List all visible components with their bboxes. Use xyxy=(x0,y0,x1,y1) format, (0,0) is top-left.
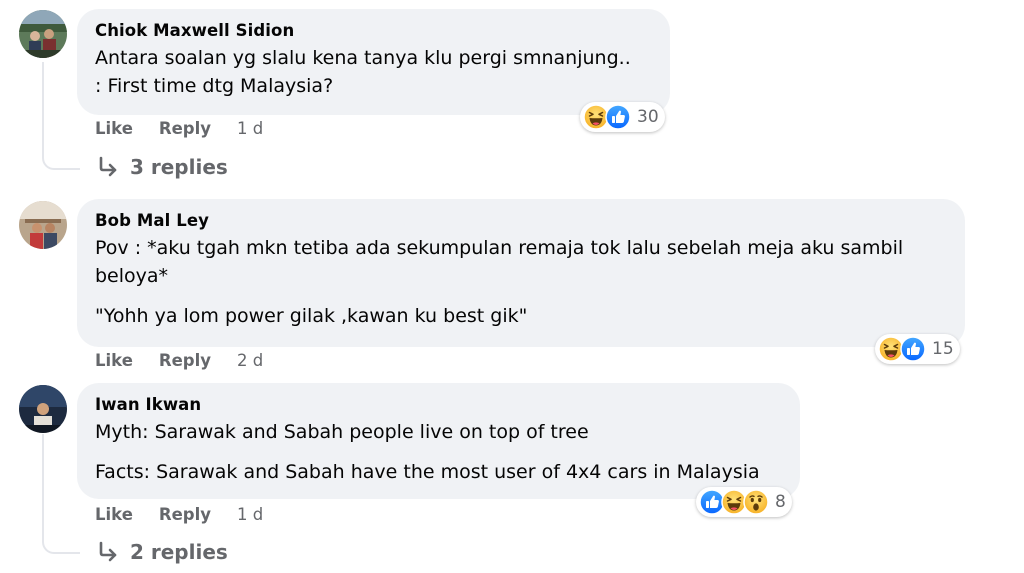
timestamp[interactable]: 2 d xyxy=(237,351,263,370)
comment-actions: Like Reply 1 d xyxy=(95,119,263,138)
wow-icon xyxy=(743,489,769,515)
avatar[interactable] xyxy=(19,385,67,433)
thread-line xyxy=(42,62,80,170)
like-button[interactable]: Like xyxy=(95,119,133,138)
view-replies-button[interactable]: 3 replies xyxy=(96,155,228,179)
reaction-count: 30 xyxy=(637,107,659,127)
comment-bubble: Iwan Ikwan Myth: Sarawak and Sabah peopl… xyxy=(77,383,800,499)
view-replies-button[interactable]: 2 replies xyxy=(96,540,228,564)
timestamp[interactable]: 1 d xyxy=(237,505,263,524)
like-button[interactable]: Like xyxy=(95,505,133,524)
comment-text: Myth: Sarawak and Sabah people live on t… xyxy=(95,421,589,443)
comment-bubble: Chiok Maxwell Sidion Antara soalan yg sl… xyxy=(77,9,670,115)
reaction-count: 8 xyxy=(775,492,786,512)
replies-label: 2 replies xyxy=(130,540,228,564)
reply-button[interactable]: Reply xyxy=(159,351,211,370)
like-button[interactable]: Like xyxy=(95,351,133,370)
comment-actions: Like Reply 1 d xyxy=(95,505,263,524)
reply-button[interactable]: Reply xyxy=(159,119,211,138)
like-icon xyxy=(900,336,926,362)
reaction-summary[interactable]: 30 xyxy=(580,102,665,132)
comment-text: "Yohh ya lom power gilak ,kawan ku best … xyxy=(95,305,528,327)
reaction-summary[interactable]: 8 xyxy=(696,487,792,517)
comment-text: Facts: Sarawak and Sabah have the most u… xyxy=(95,461,760,483)
timestamp[interactable]: 1 d xyxy=(237,119,263,138)
like-icon xyxy=(605,104,631,130)
author-name[interactable]: Iwan Ikwan xyxy=(95,395,782,414)
comment-text: Antara soalan yg slalu kena tanya klu pe… xyxy=(95,47,631,69)
author-name[interactable]: Bob Mal Ley xyxy=(95,211,947,230)
comment-text: Pov : *aku tgah mkn tetiba ada sekumpula… xyxy=(95,237,904,287)
comment-text: : First time dtg Malaysia? xyxy=(95,75,334,97)
reply-arrow-icon xyxy=(96,155,120,179)
reaction-count: 15 xyxy=(932,339,954,359)
thread-line xyxy=(42,434,80,554)
avatar[interactable] xyxy=(19,201,67,249)
comment-bubble: Bob Mal Ley Pov : *aku tgah mkn tetiba a… xyxy=(77,199,965,347)
author-name[interactable]: Chiok Maxwell Sidion xyxy=(95,21,652,40)
avatar[interactable] xyxy=(19,10,67,58)
comment-actions: Like Reply 2 d xyxy=(95,351,263,370)
replies-label: 3 replies xyxy=(130,155,228,179)
reply-arrow-icon xyxy=(96,540,120,564)
reaction-summary[interactable]: 15 xyxy=(875,334,960,364)
reply-button[interactable]: Reply xyxy=(159,505,211,524)
